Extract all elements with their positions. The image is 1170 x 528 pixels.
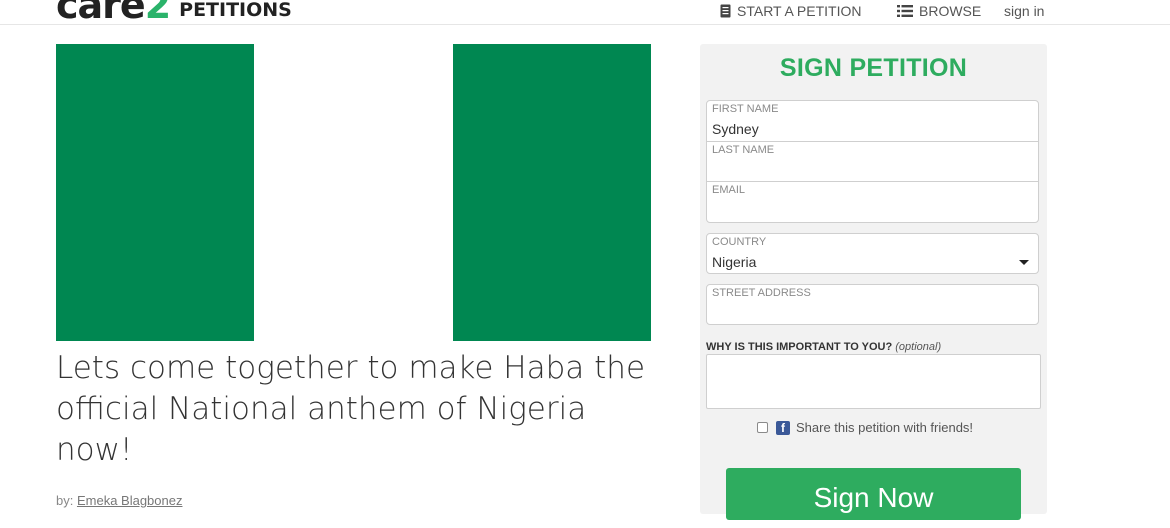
- share-label: Share this petition with friends!: [796, 420, 974, 435]
- flag-green-stripe-left: [56, 44, 254, 341]
- last-name-label: LAST NAME: [712, 144, 775, 156]
- why-important-label: WHY IS THIS IMPORTANT TO YOU? (optional): [706, 341, 941, 353]
- care2-logo[interactable]: care2 PETITIONS: [56, 0, 292, 24]
- start-petition-link[interactable]: START A PETITION: [720, 3, 861, 19]
- share-option: f Share this petition with friends!: [757, 420, 973, 435]
- first-name-field[interactable]: FIRST NAME Sydney: [706, 100, 1039, 142]
- browse-label: BROWSE: [919, 3, 982, 19]
- site-header: care2 PETITIONS START A PETITION BROWSE …: [0, 0, 1170, 25]
- why-important-text: WHY IS THIS IMPORTANT TO YOU?: [706, 341, 893, 353]
- caret-down-icon[interactable]: [1019, 260, 1029, 265]
- sign-in-link[interactable]: sign in: [1004, 3, 1044, 19]
- flag-green-stripe-right: [453, 44, 651, 341]
- email-label: EMAIL: [712, 184, 746, 196]
- sign-petition-heading: SIGN PETITION: [779, 54, 968, 82]
- country-select[interactable]: COUNTRY Nigeria: [706, 233, 1039, 274]
- email-field[interactable]: EMAIL: [706, 181, 1039, 223]
- document-icon: [720, 4, 731, 18]
- share-checkbox[interactable]: [757, 422, 768, 433]
- petition-title: Lets come together to make Haba the offi…: [56, 350, 646, 468]
- byline-prefix: by:: [56, 493, 74, 508]
- logo-wordmark: care2: [56, 0, 171, 27]
- first-name-label: FIRST NAME: [712, 103, 779, 115]
- start-petition-label: START A PETITION: [737, 3, 862, 19]
- why-important-textarea[interactable]: [706, 354, 1041, 409]
- sign-in-label: sign in: [1004, 3, 1045, 19]
- country-label: COUNTRY: [712, 236, 767, 248]
- petition-byline: by: Emeka Blagbonez: [56, 493, 182, 508]
- street-address-label: STREET ADDRESS: [712, 287, 811, 299]
- optional-hint: (optional): [895, 341, 942, 353]
- flag-white-stripe: [254, 44, 453, 341]
- first-name-value[interactable]: Sydney: [712, 121, 759, 137]
- list-icon: [897, 5, 913, 17]
- country-value: Nigeria: [712, 254, 757, 270]
- logo-petitions-label: PETITIONS: [179, 0, 292, 21]
- author-link[interactable]: Emeka Blagbonez: [77, 493, 183, 508]
- browse-link[interactable]: BROWSE: [897, 3, 981, 19]
- last-name-field[interactable]: LAST NAME: [706, 141, 1039, 182]
- facebook-icon: f: [776, 420, 790, 435]
- petition-image-nigeria-flag: [56, 44, 651, 341]
- sign-now-button[interactable]: Sign Now: [726, 468, 1021, 520]
- street-address-field[interactable]: STREET ADDRESS: [706, 284, 1039, 325]
